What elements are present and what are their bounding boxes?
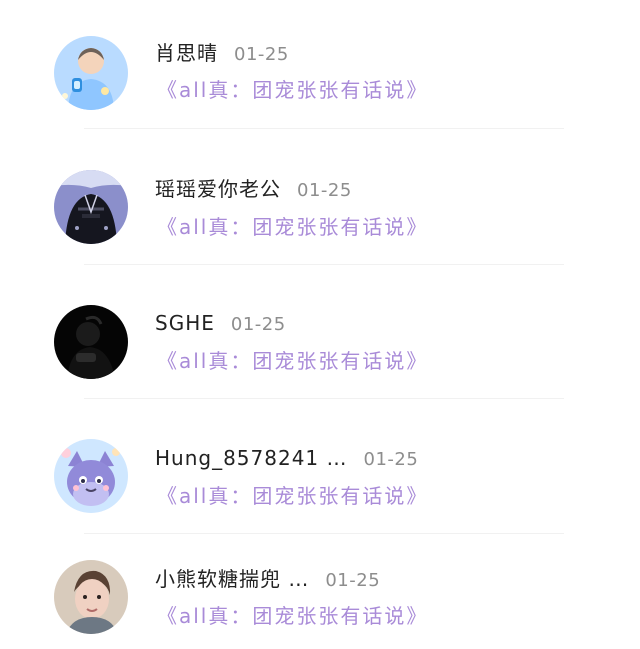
dark-avatar-icon — [54, 305, 128, 379]
cartoon-cat-avatar-icon — [54, 439, 128, 513]
message-preview[interactable]: 《all真：团宠张张有话说》 — [157, 602, 428, 630]
sender-name: 小熊软糖揣兜 … — [155, 567, 310, 591]
message-date: 01-25 — [297, 180, 352, 201]
dark-outfit-avatar-icon — [54, 170, 128, 244]
avatar[interactable] — [54, 36, 128, 110]
sender-line: 肖思晴 01-25 — [155, 39, 289, 67]
portrait-avatar-icon — [54, 560, 128, 634]
sender-name: SGHE — [155, 311, 215, 335]
avatar[interactable] — [54, 560, 128, 634]
message-date: 01-25 — [325, 570, 381, 591]
avatar[interactable] — [54, 439, 128, 513]
sender-line: 瑶瑶爱你老公 01-25 — [155, 175, 352, 203]
divider — [84, 533, 564, 534]
divider — [84, 128, 564, 129]
list-item[interactable]: 瑶瑶爱你老公 01-25 《all真：团宠张张有话说》 — [0, 158, 640, 258]
message-date: 01-25 — [363, 449, 419, 470]
list-item[interactable]: SGHE 01-25 《all真：团宠张张有话说》 — [0, 293, 640, 393]
sender-name: 肖思晴 — [155, 41, 218, 65]
sender-name: Hung_8578241 … — [155, 446, 348, 470]
list-item[interactable]: 肖思晴 01-25 《all真：团宠张张有话说》 — [0, 24, 640, 124]
message-preview[interactable]: 《all真：团宠张张有话说》 — [157, 347, 428, 375]
sender-line: Hung_8578241 … 01-25 — [155, 444, 418, 472]
person-avatar-icon — [54, 36, 128, 110]
avatar[interactable] — [54, 305, 128, 379]
divider — [84, 398, 564, 399]
divider — [84, 264, 564, 265]
avatar[interactable] — [54, 170, 128, 244]
message-preview[interactable]: 《all真：团宠张张有话说》 — [157, 76, 428, 104]
message-preview[interactable]: 《all真：团宠张张有话说》 — [157, 482, 428, 510]
sender-line: 小熊软糖揣兜 … 01-25 — [155, 565, 380, 593]
sender-name: 瑶瑶爱你老公 — [155, 177, 281, 201]
message-date: 01-25 — [234, 44, 289, 65]
list-item[interactable]: 小熊软糖揣兜 … 01-25 《all真：团宠张张有话说》 — [0, 548, 640, 648]
sender-line: SGHE 01-25 — [155, 309, 286, 337]
message-preview[interactable]: 《all真：团宠张张有话说》 — [157, 213, 428, 241]
message-date: 01-25 — [230, 314, 286, 335]
list-item[interactable]: Hung_8578241 … 01-25 《all真：团宠张张有话说》 — [0, 427, 640, 527]
